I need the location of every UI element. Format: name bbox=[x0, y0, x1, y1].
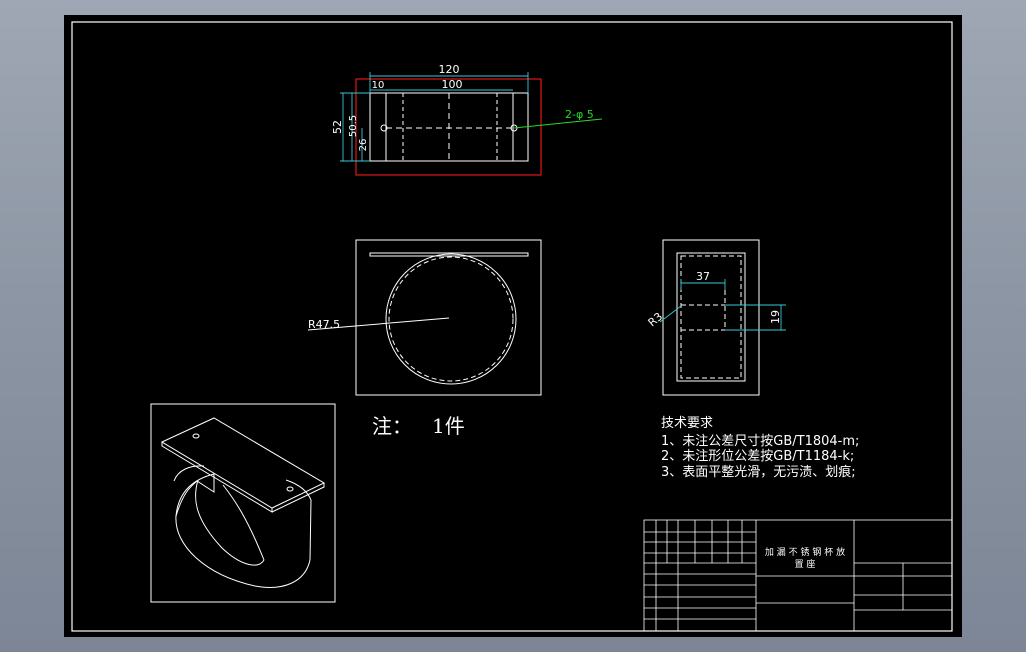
part-name-line2: 置 座 bbox=[795, 558, 816, 570]
requirement-2: 2、未注形位公差按GB/T1184-k; bbox=[661, 449, 854, 464]
dim-19: 19 bbox=[769, 310, 782, 324]
radius-label: R47.5 bbox=[308, 318, 340, 331]
dim-52: 52 bbox=[331, 120, 344, 134]
dim-37: 37 bbox=[696, 270, 710, 283]
requirement-3: 3、表面平整光滑，无污渍、划痕; bbox=[661, 464, 856, 480]
quantity-value: 1件 bbox=[432, 414, 465, 438]
dim-26: 26 bbox=[358, 139, 369, 152]
hole-callout: 2-φ 5 bbox=[565, 108, 594, 121]
requirement-1: 1、未注公差尺寸按GB/T1804-m; bbox=[661, 434, 859, 449]
part-name-line1: 加 漏 不 锈 钢 杯 放 bbox=[765, 546, 845, 558]
dim-10: 10 bbox=[372, 80, 385, 91]
quantity-label: 注： bbox=[372, 414, 412, 438]
cad-drawing: 120 100 10 52 50.5 26 2-φ 5 R47.5 37 19 … bbox=[64, 15, 962, 637]
dim-50-5: 50.5 bbox=[348, 115, 359, 137]
dim-120: 120 bbox=[439, 63, 460, 76]
requirements-title: 技术要求 bbox=[661, 416, 713, 431]
dim-100: 100 bbox=[442, 78, 463, 91]
